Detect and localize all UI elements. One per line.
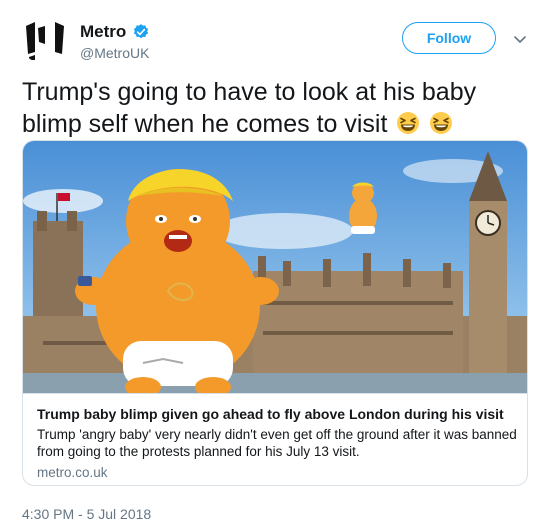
link-card[interactable]: Trump baby blimp given go ahead to fly a… [22,140,528,486]
tweet-timestamp[interactable]: 4:30 PM - 5 Jul 2018 [22,506,151,522]
account-handle[interactable]: @MetroUK [80,45,149,61]
account-name-row[interactable]: Metro [80,22,150,42]
laughing-face-icon [430,112,453,134]
card-image[interactable] [23,141,528,393]
card-description: Trump 'angry baby' very nearly didn't ev… [37,427,517,459]
account-name[interactable]: Metro [80,22,126,42]
metro-logo-avatar[interactable] [20,14,70,64]
laughing-face-icon [397,112,420,134]
verified-badge-icon [134,24,149,39]
metro-logo-icon [26,22,64,60]
card-domain: metro.co.uk [37,465,108,480]
chevron-down-icon[interactable] [512,31,528,47]
tweet-text: Trump's going to have to look at his bab… [22,76,537,140]
card-body[interactable]: Trump baby blimp given go ahead to fly a… [23,393,527,485]
tweet-header: Metro @MetroUK Follow [0,0,557,70]
follow-button[interactable]: Follow [402,22,496,54]
card-title[interactable]: Trump baby blimp given go ahead to fly a… [37,406,504,422]
